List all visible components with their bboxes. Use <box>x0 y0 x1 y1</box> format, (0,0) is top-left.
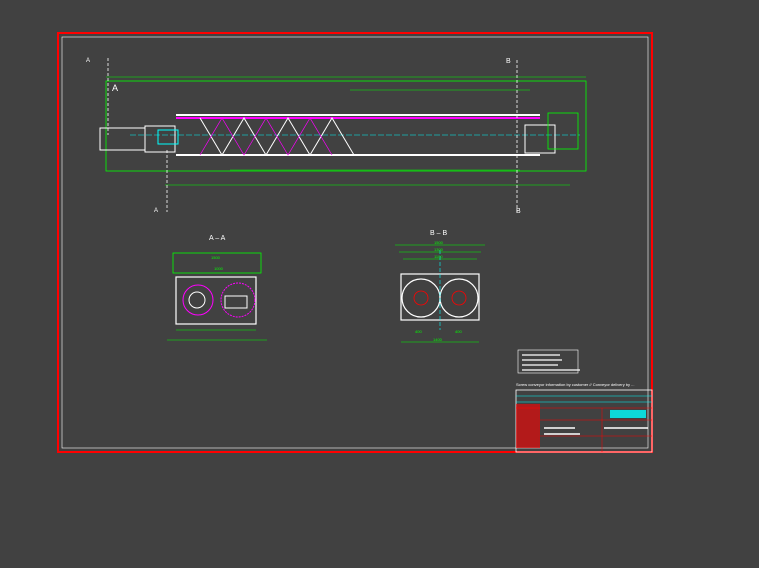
customer-note-line: Screw conveyor information by customer /… <box>516 382 635 387</box>
main-conveyor-view <box>99 58 587 212</box>
section-b-dim-5: 400 <box>415 329 422 334</box>
section-b-dim-2: 1300 <box>434 247 444 252</box>
section-marker-b-top: B <box>506 58 511 65</box>
section-marker-b-bottom: B <box>516 208 521 215</box>
section-b-title: B – B <box>430 230 447 237</box>
section-b-dim-3: 1100 <box>434 254 443 259</box>
sheet-frame-outer <box>57 32 653 453</box>
title-block <box>515 389 653 453</box>
section-a-dim-1: 1500 <box>211 255 221 260</box>
spec-notes-lines <box>522 354 580 371</box>
section-a-title: A – A <box>209 235 226 242</box>
cad-drawing-canvas: A A A B B A – A 1500 1000 B – B 1500 130… <box>57 32 653 453</box>
section-a-dim-2: 1000 <box>214 266 224 271</box>
section-b-view <box>395 244 485 343</box>
section-marker-a-top: A <box>86 58 90 64</box>
section-b-dim-4: 1400 <box>433 337 443 342</box>
view-label-a: A <box>112 83 118 93</box>
section-b-dim-6: 400 <box>455 329 462 334</box>
section-marker-a-bottom: A <box>154 208 158 214</box>
section-b-dim-1: 1500 <box>434 240 444 245</box>
